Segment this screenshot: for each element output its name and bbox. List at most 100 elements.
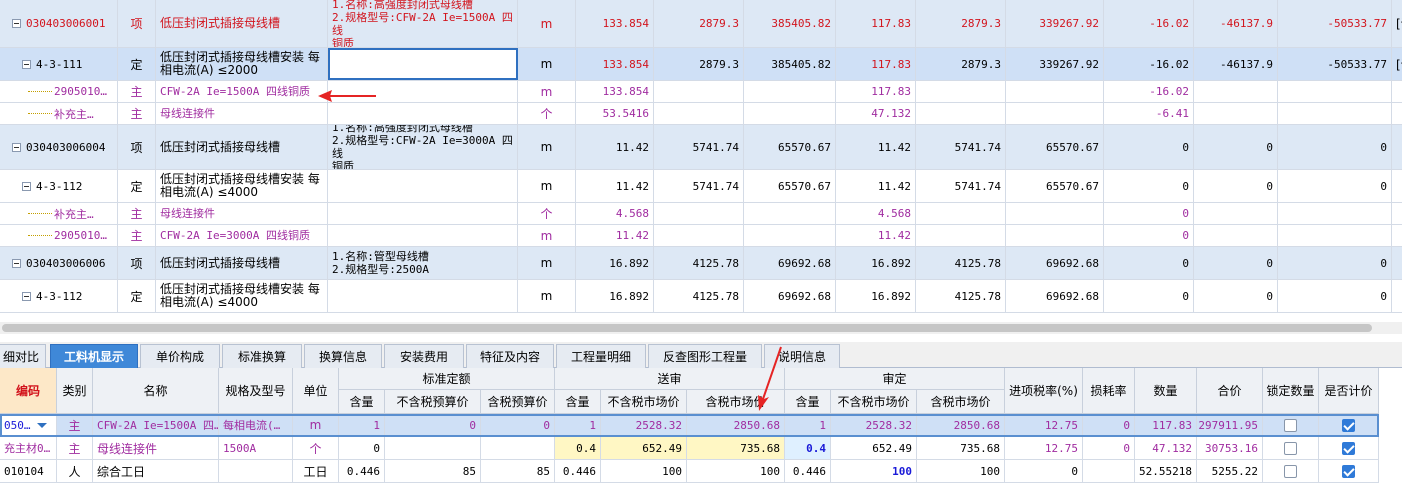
std-qty[interactable]: 1 <box>339 414 385 436</box>
bill-row[interactable]: 4-3-111 定低压封闭式插接母线槽安装 每相电流(A) ≤2000 m 133.8… <box>0 48 1402 81</box>
row-features[interactable] <box>328 225 518 246</box>
audit-qty[interactable]: 0.4 <box>785 437 831 459</box>
priced-checkbox[interactable] <box>1342 418 1355 432</box>
red-arrow-annotation <box>318 90 376 102</box>
priced-checkbox[interactable] <box>1342 464 1355 478</box>
send-tax-market[interactable]: 735.68 <box>687 437 785 459</box>
std-notax-budget[interactable] <box>385 437 481 459</box>
bill-row[interactable]: 2905010… 主 CFW-2A Ie=1500A 四线铜质 m 133.854 117… <box>0 81 1402 103</box>
audit-notax-market[interactable]: 100 <box>831 460 917 482</box>
collapse-icon[interactable] <box>22 291 31 301</box>
priced-cell[interactable] <box>1319 460 1379 482</box>
std-notax-budget[interactable]: 0 <box>385 414 481 436</box>
row-features[interactable] <box>328 103 518 124</box>
std-qty[interactable]: 0.446 <box>339 460 385 482</box>
row-features[interactable] <box>328 170 518 202</box>
send-qty[interactable]: 1 <box>555 414 601 436</box>
row-code-cell[interactable]: 4-3-112 <box>0 280 118 312</box>
tab-5[interactable]: 安装费用 <box>384 344 464 368</box>
audit-qty[interactable]: 0.446 <box>785 460 831 482</box>
row-code-cell[interactable]: 030403006006 <box>0 247 118 279</box>
tab-2[interactable]: 单价构成 <box>140 344 220 368</box>
std-notax-budget[interactable]: 85 <box>385 460 481 482</box>
material-row[interactable]: 010104 人综合工日 工日 0.446 85 85 0.446 100 100 0.446 10… <box>0 460 1379 483</box>
row-features[interactable]: 1.名称:高强度封闭式母线槽 2.规格型号:CFW-2A Ie=3000A 四线铜… <box>328 125 518 169</box>
bill-row[interactable]: 030403006004 项低压封闭式插接母线槽 1.名称:高强度封闭式母线槽 2.规… <box>0 125 1402 170</box>
row-name: 低压封闭式插接母线槽 <box>156 247 328 279</box>
material-code[interactable]: 050… <box>0 414 57 436</box>
material-code[interactable]: 充主材0… <box>0 437 57 459</box>
collapse-icon[interactable] <box>12 258 21 268</box>
send-notax-market[interactable]: 652.49 <box>601 437 687 459</box>
row-features[interactable] <box>328 48 518 80</box>
row-code-cell[interactable]: 2905010… <box>0 81 118 102</box>
send-qty[interactable]: 0.446 <box>555 460 601 482</box>
tab-0[interactable]: 细对比 <box>0 344 46 368</box>
row-features[interactable]: 1.名称:高强度封闭式母线槽 2.规格型号:CFW-2A Ie=1500A 四线铜… <box>328 0 518 47</box>
material-row[interactable]: 充主材0… 主母线连接件 1500A 个 0 0.4 652.49 735.68 0.4 652.… <box>0 437 1379 460</box>
lock-checkbox[interactable] <box>1284 464 1297 478</box>
audit-notax-market[interactable]: 652.49 <box>831 437 917 459</box>
tab-3[interactable]: 标准换算 <box>222 344 302 368</box>
std-tax-budget[interactable]: 0 <box>481 414 555 436</box>
priced-checkbox[interactable] <box>1342 441 1355 455</box>
lock-quantity-cell[interactable] <box>1263 414 1319 436</box>
material-code[interactable]: 010104 <box>0 460 57 482</box>
std-qty[interactable]: 0 <box>339 437 385 459</box>
bill-row[interactable]: 030403006001 项低压封闭式插接母线槽 1.名称:高强度封闭式母线槽 2.规… <box>0 0 1402 48</box>
std-tax-budget[interactable] <box>481 437 555 459</box>
send-qty[interactable]: 0.4 <box>555 437 601 459</box>
bill-row[interactable]: 4-3-112 定低压封闭式插接母线槽安装 每相电流(A) ≤4000 m 16.89… <box>0 280 1402 313</box>
lock-checkbox[interactable] <box>1284 441 1297 455</box>
bill-row[interactable]: 补充主… 主母线连接件个 4.568 4.568 0 <box>0 203 1402 225</box>
tab-1[interactable]: 工料机显示 <box>50 344 138 368</box>
bill-row[interactable]: 4-3-112 定低压封闭式插接母线槽安装 每相电流(A) ≤4000 m 11.42… <box>0 170 1402 203</box>
lock-quantity-cell[interactable] <box>1263 460 1319 482</box>
chevron-down-icon[interactable] <box>36 422 47 428</box>
priced-cell[interactable] <box>1319 437 1379 459</box>
audit-qty[interactable]: 1 <box>785 414 831 436</box>
material-row[interactable]: 050… 主 CFW-2A Ie=1500A 四… 每相电流(… m 1 0 0 1 2528.3… <box>0 414 1379 437</box>
send-price <box>654 81 744 102</box>
row-code-cell[interactable]: 4-3-111 <box>0 48 118 80</box>
tab-7[interactable]: 工程量明细 <box>556 344 646 368</box>
priced-cell[interactable] <box>1319 414 1379 436</box>
row-code-cell[interactable]: 030403006004 <box>0 125 118 169</box>
row-features[interactable] <box>328 280 518 312</box>
row-name: 低压封闭式插接母线槽安装 每相电流(A) ≤2000 <box>156 48 328 80</box>
lock-checkbox[interactable] <box>1284 418 1297 432</box>
tab-6[interactable]: 特征及内容 <box>466 344 554 368</box>
row-code-cell[interactable]: 补充主… <box>0 103 118 124</box>
audit-tax-market[interactable]: 100 <box>917 460 1005 482</box>
row-code: 补充主… <box>54 207 94 221</box>
row-code-cell[interactable]: 030403006001 <box>0 0 118 47</box>
collapse-icon[interactable] <box>22 181 31 191</box>
std-tax-budget[interactable]: 85 <box>481 460 555 482</box>
scrollbar-thumb[interactable] <box>2 324 1372 332</box>
row-code-cell[interactable]: 2905010… <box>0 225 118 246</box>
tab-8[interactable]: 反查图形工程量 <box>648 344 762 368</box>
bill-row[interactable]: 2905010… 主 CFW-2A Ie=3000A 四线铜质 m 11.42 11.42… <box>0 225 1402 247</box>
collapse-icon[interactable] <box>22 59 31 69</box>
collapse-icon[interactable] <box>12 142 21 152</box>
row-code-cell[interactable]: 4-3-112 <box>0 170 118 202</box>
row-code-cell[interactable]: 补充主… <box>0 203 118 224</box>
audit-notax-market[interactable]: 2528.32 <box>831 414 917 436</box>
row-name: 低压封闭式插接母线槽 <box>156 0 328 47</box>
horizontal-scrollbar[interactable] <box>0 322 1402 334</box>
collapse-icon[interactable] <box>12 19 21 28</box>
audit-tax-market[interactable]: 735.68 <box>917 437 1005 459</box>
send-tax-market[interactable]: 2850.68 <box>687 414 785 436</box>
row-features[interactable]: 1.名称:管型母线槽 2.规格型号:2500A <box>328 247 518 279</box>
send-tax-market[interactable]: 100 <box>687 460 785 482</box>
send-notax-market[interactable]: 100 <box>601 460 687 482</box>
lock-quantity-cell[interactable] <box>1263 437 1319 459</box>
send-notax-market[interactable]: 2528.32 <box>601 414 687 436</box>
tab-4[interactable]: 换算信息 <box>304 344 382 368</box>
material-category: 人 <box>57 460 93 482</box>
row-name: CFW-2A Ie=1500A 四线铜质 <box>156 81 328 102</box>
bill-row[interactable]: 补充主… 主母线连接件 个 53.5416 47.132 -6.41 <box>0 103 1402 125</box>
row-features[interactable] <box>328 203 518 224</box>
audit-tax-market[interactable]: 2850.68 <box>917 414 1005 436</box>
bill-row[interactable]: 030403006006 项低压封闭式插接母线槽 1.名称:管型母线槽 2.规格型号:… <box>0 247 1402 280</box>
